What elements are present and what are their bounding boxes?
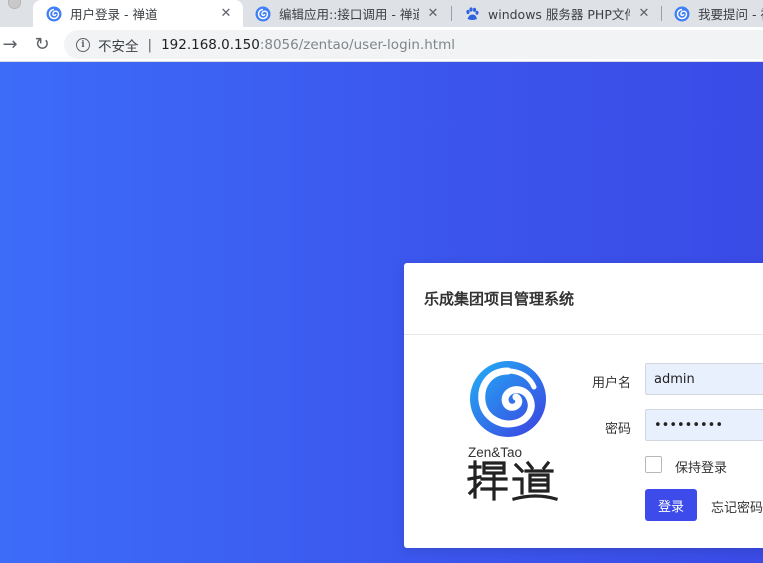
close-icon[interactable]: ✕ (636, 6, 652, 21)
login-card-header: 乐成集团项目管理系统 (404, 263, 763, 335)
close-icon[interactable]: ✕ (425, 6, 441, 21)
close-icon[interactable]: ✕ (218, 6, 234, 21)
reload-button[interactable]: ↻ (32, 34, 52, 55)
zentao-icon (255, 6, 271, 21)
username-input[interactable]: admin (645, 363, 763, 395)
zentao-icon (46, 6, 62, 21)
login-card: 乐成集团项目管理系统 Zen&Tao 用户名 admin 密码 ••••••••… (404, 263, 763, 548)
zentao-calligraphy-logo (467, 460, 558, 501)
zentao-logo-icon (470, 361, 546, 437)
forgot-password-link[interactable]: 忘记密码 (711, 497, 763, 516)
security-status[interactable]: 不安全 (98, 35, 139, 55)
password-label: 密码 (604, 422, 631, 437)
zentao-icon (674, 6, 690, 21)
login-button[interactable]: 登录 (645, 489, 697, 521)
tab-title: 编辑应用::接口调用 - 禅道 (279, 7, 419, 22)
browser-tab-strip: 用户登录 - 禅道 ✕ 编辑应用::接口调用 - 禅道 ✕ windows 服务… (0, 0, 763, 27)
zentao-logo: Zen&Tao (466, 359, 562, 501)
url-host[interactable]: 192.168.0.150 (161, 37, 260, 53)
divider: | (147, 36, 153, 53)
keep-login-checkbox[interactable] (645, 456, 662, 473)
url-path[interactable]: :8056/zentao/user-login.html (260, 37, 455, 53)
tab-title: 我要提问 - 禅 (698, 7, 763, 22)
page-title: 乐成集团项目管理系统 (424, 290, 575, 308)
forward-button[interactable]: → (0, 34, 20, 55)
baidu-paw-icon (466, 6, 479, 20)
tab-ask-question[interactable]: 我要提问 - 禅 (662, 0, 763, 27)
window-control-button[interactable] (8, 0, 21, 9)
logo-text: Zen&Tao (468, 445, 523, 460)
tab-title: windows 服务器 PHP文件 (488, 7, 630, 22)
username-label: 用户名 (591, 376, 631, 391)
login-page-background: 乐成集团项目管理系统 Zen&Tao 用户名 admin 密码 ••••••••… (0, 62, 763, 563)
address-bar[interactable]: i 不安全 | 192.168.0.150:8056/zentao/user-l… (64, 30, 763, 59)
tab-windows-php[interactable]: windows 服务器 PHP文件 ✕ (452, 0, 661, 27)
tab-user-login[interactable]: 用户登录 - 禅道 ✕ (33, 0, 243, 27)
tab-title: 用户登录 - 禅道 (70, 7, 158, 22)
keep-login-label[interactable]: 保持登录 (675, 457, 727, 476)
browser-toolbar: → ↻ i 不安全 | 192.168.0.150:8056/zentao/us… (0, 27, 763, 62)
info-icon[interactable]: i (76, 37, 90, 52)
password-input[interactable]: ••••••••• (645, 409, 763, 441)
tab-edit-app[interactable]: 编辑应用::接口调用 - 禅道 ✕ (243, 0, 450, 27)
